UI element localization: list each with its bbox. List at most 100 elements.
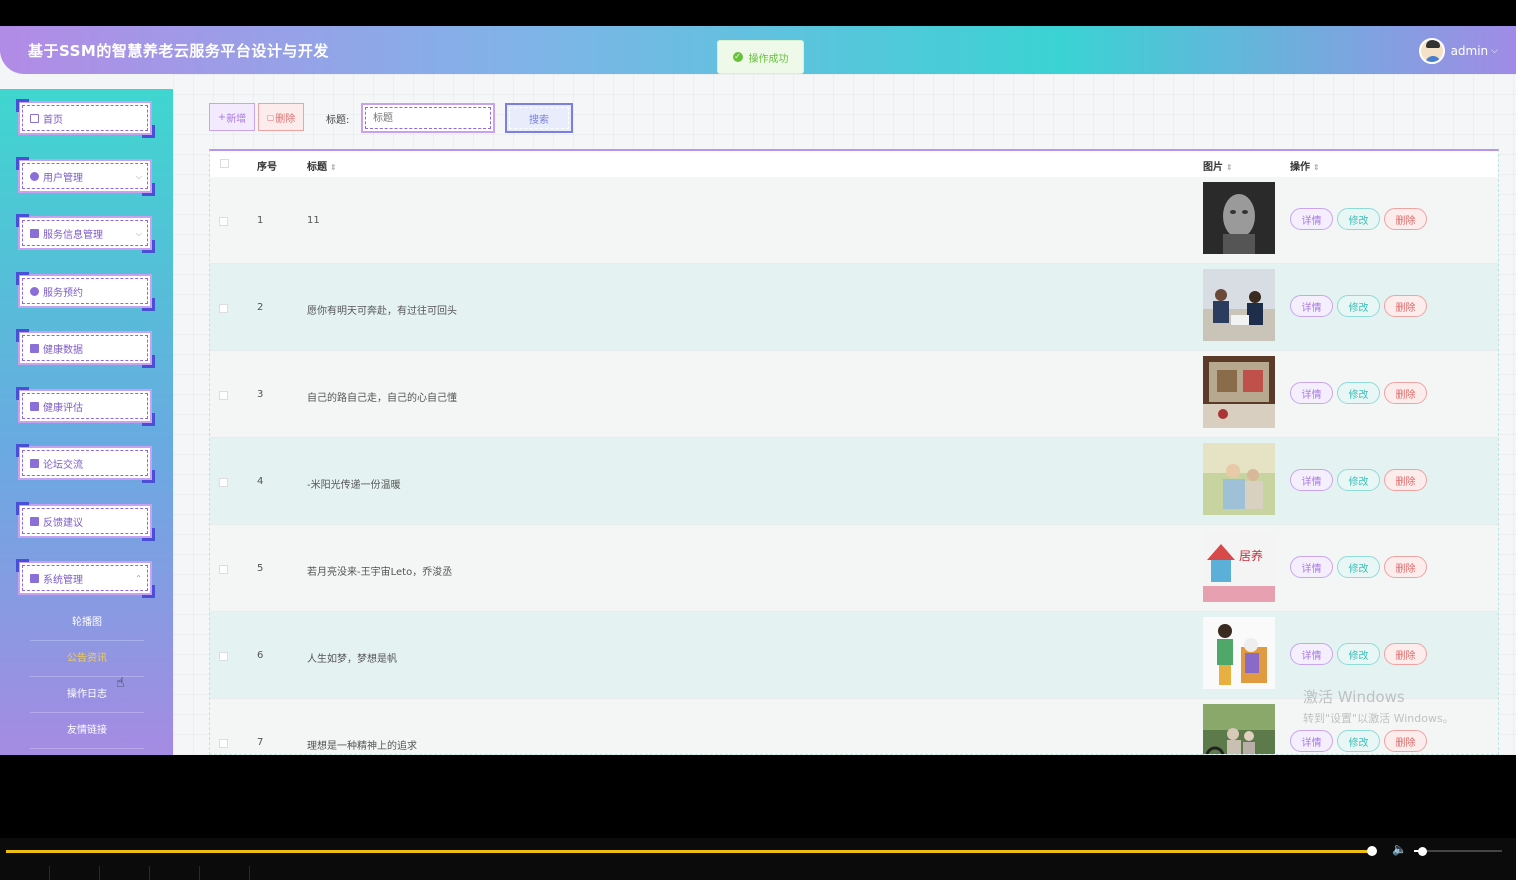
plus-icon: + xyxy=(217,111,227,123)
row-checkbox[interactable] xyxy=(219,391,228,400)
edit-button[interactable]: 修改 xyxy=(1337,556,1380,578)
row-title: 若月亮没来-王宇宙Leto，乔浚丞 xyxy=(307,567,453,578)
volume-slider[interactable] xyxy=(1414,850,1502,852)
delete-button[interactable]: 删除 xyxy=(1384,730,1427,752)
row-title: 理想是一种精神上的追求 xyxy=(307,741,417,752)
add-button[interactable]: + 新增 xyxy=(209,103,255,131)
delete-button[interactable]: 删除 xyxy=(1384,382,1427,404)
grid-icon xyxy=(30,401,39,411)
detail-button[interactable]: 详情 xyxy=(1290,295,1333,317)
search-input[interactable] xyxy=(361,103,495,133)
delete-button[interactable]: 删除 xyxy=(1384,295,1427,317)
edit-button[interactable]: 修改 xyxy=(1337,643,1380,665)
detail-button[interactable]: 详情 xyxy=(1290,208,1333,230)
sidebar-item-service-info[interactable]: 服务信息管理 ⌵ xyxy=(16,214,155,253)
toolbar-slot[interactable] xyxy=(0,866,50,880)
toolbar-slot[interactable] xyxy=(200,866,250,880)
volume-icon[interactable]: 🔈 xyxy=(1392,842,1407,856)
row-index: 7 xyxy=(257,737,264,748)
toolbar-slot[interactable] xyxy=(50,866,100,880)
row-image[interactable] xyxy=(1203,443,1275,515)
bulk-delete-button[interactable]: ▢ 删除 xyxy=(258,103,304,131)
sidebar-item-label: 健康评估 xyxy=(43,402,83,414)
delete-button[interactable]: 删除 xyxy=(1384,556,1427,578)
edit-button[interactable]: 修改 xyxy=(1337,730,1380,752)
table-row: 3 自己的路自己走，自己的心自己懂 详情 修改 删除 xyxy=(210,351,1498,438)
sidebar-item-health-assessment[interactable]: 健康评估 xyxy=(16,387,155,426)
column-title-label: 标题 xyxy=(307,162,327,173)
table-row: 2 愿你有明天可奔赴，有过往可回头 详情 修改 删除 xyxy=(210,264,1498,351)
row-checkbox[interactable] xyxy=(219,217,228,226)
sidebar-subitem-logs[interactable]: 操作日志 xyxy=(30,677,144,713)
detail-button[interactable]: 详情 xyxy=(1290,382,1333,404)
progress-bar[interactable] xyxy=(6,850,1372,853)
sort-icon[interactable]: ⇕ xyxy=(1313,163,1320,172)
sidebar-subitem-carousel[interactable]: 轮播图 xyxy=(30,605,144,641)
row-checkbox[interactable] xyxy=(219,565,228,574)
user-icon xyxy=(30,171,39,181)
edit-button[interactable]: 修改 xyxy=(1337,295,1380,317)
progress-knob[interactable] xyxy=(1367,846,1377,856)
edit-button[interactable]: 修改 xyxy=(1337,469,1380,491)
column-header-image[interactable]: 图片 ⇕ xyxy=(1203,158,1233,173)
select-all-checkbox[interactable] xyxy=(220,159,229,168)
grid-icon xyxy=(30,573,39,583)
chart-icon xyxy=(30,516,39,526)
row-index: 3 xyxy=(257,389,264,400)
sidebar-item-label: 反馈建议 xyxy=(43,517,83,529)
delete-button[interactable]: 删除 xyxy=(1384,469,1427,491)
row-image[interactable] xyxy=(1203,182,1275,254)
edit-button[interactable]: 修改 xyxy=(1337,208,1380,230)
sidebar-item-home[interactable]: 首页 xyxy=(16,99,155,138)
avatar[interactable] xyxy=(1418,38,1445,64)
svg-text:居养: 居养 xyxy=(1239,548,1263,563)
row-checkbox[interactable] xyxy=(219,304,228,313)
delete-button[interactable]: 删除 xyxy=(1384,643,1427,665)
toolbar-slot[interactable] xyxy=(150,866,200,880)
sidebar-item-users[interactable]: 用户管理 ⌵ xyxy=(16,157,155,196)
column-header-actions[interactable]: 操作 ⇕ xyxy=(1290,158,1320,173)
sidebar-item-label: 用户管理 xyxy=(43,172,83,184)
row-index: 6 xyxy=(257,650,264,661)
sidebar-subitem-announcements[interactable]: 公告资讯 xyxy=(30,641,144,677)
row-image[interactable] xyxy=(1203,356,1275,428)
row-checkbox[interactable] xyxy=(219,478,228,487)
row-image[interactable]: 居养 xyxy=(1203,530,1275,602)
edit-button[interactable]: 修改 xyxy=(1337,382,1380,404)
row-index: 5 xyxy=(257,563,264,574)
sidebar-item-label: 健康数据 xyxy=(43,344,83,356)
sidebar-item-forum[interactable]: 论坛交流 xyxy=(16,444,155,483)
sidebar-item-health-data[interactable]: 健康数据 xyxy=(16,329,155,368)
column-header-title[interactable]: 标题 ⇕ xyxy=(307,158,337,173)
sidebar-item-feedback[interactable]: 反馈建议 xyxy=(16,502,155,541)
sidebar-item-label: 首页 xyxy=(43,114,63,126)
success-toast: ✓ 操作成功 xyxy=(717,40,804,74)
watermark-line1: 激活 Windows xyxy=(1303,688,1405,706)
sidebar-subitem-links[interactable]: 友情链接 xyxy=(30,713,144,749)
detail-button[interactable]: 详情 xyxy=(1290,643,1333,665)
sort-icon[interactable]: ⇕ xyxy=(330,163,337,172)
row-image[interactable] xyxy=(1203,704,1275,754)
sidebar-item-service-booking[interactable]: 服务预约 xyxy=(16,272,155,311)
row-image[interactable] xyxy=(1203,617,1275,689)
sort-icon[interactable]: ⇕ xyxy=(1226,163,1233,172)
toolbar-slot[interactable] xyxy=(100,866,150,880)
user-menu[interactable]: admin ⌵ xyxy=(1418,38,1498,64)
sidebar-item-label: 系统管理 xyxy=(43,574,83,586)
volume-knob[interactable] xyxy=(1418,847,1427,856)
sidebar-item-system[interactable]: 系统管理 ⌃ xyxy=(16,559,155,598)
detail-button[interactable]: 详情 xyxy=(1290,556,1333,578)
table-row: 5 若月亮没来-王宇宙Leto，乔浚丞 居养 详情 修改 删除 xyxy=(210,525,1498,612)
row-checkbox[interactable] xyxy=(219,652,228,661)
row-index: 4 xyxy=(257,476,264,487)
app-title: 基于SSM的智慧养老云服务平台设计与开发 xyxy=(28,42,329,60)
row-image[interactable] xyxy=(1203,269,1275,341)
detail-button[interactable]: 详情 xyxy=(1290,730,1333,752)
row-checkbox[interactable] xyxy=(219,739,228,748)
search-button[interactable]: 搜索 xyxy=(505,103,573,133)
clock-icon xyxy=(30,286,39,296)
username[interactable]: admin xyxy=(1451,44,1489,58)
chevron-down-icon[interactable]: ⌵ xyxy=(1491,46,1498,56)
delete-button[interactable]: 删除 xyxy=(1384,208,1427,230)
detail-button[interactable]: 详情 xyxy=(1290,469,1333,491)
